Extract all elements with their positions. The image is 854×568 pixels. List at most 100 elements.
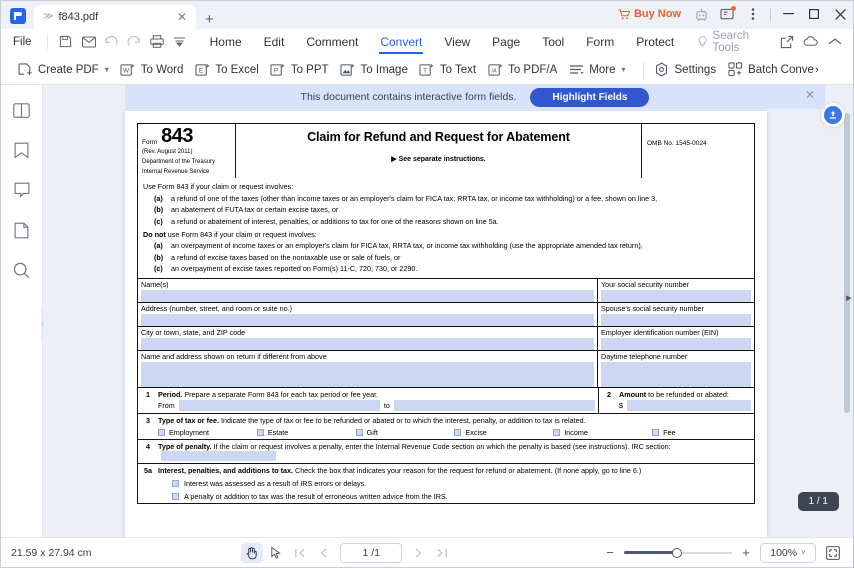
sidebar-item-search[interactable] — [9, 257, 35, 283]
to-pdfa-button[interactable]: /A To PDF/A — [485, 60, 566, 80]
slider-knob[interactable] — [671, 547, 682, 558]
menu-item-tool[interactable]: Tool — [531, 33, 575, 51]
checkbox-income[interactable]: Income — [553, 428, 652, 437]
ssn-input[interactable] — [601, 289, 751, 302]
zoom-out-button[interactable]: − — [603, 545, 617, 560]
line-5a-option-2[interactable]: A penalty or addition to tax was the res… — [158, 492, 751, 501]
maximize-icon[interactable] — [801, 3, 827, 25]
highlight-fields-button[interactable]: Highlight Fields — [530, 87, 650, 107]
more-button[interactable]: More ▾ — [566, 60, 634, 80]
undo-icon[interactable] — [100, 32, 123, 52]
hand-tool-button[interactable] — [241, 542, 264, 563]
close-window-icon[interactable] — [827, 3, 853, 25]
batch-convert-button[interactable]: Batch Conve › — [725, 60, 828, 80]
address-field-cell[interactable]: Address (number, street, and room or sui… — [138, 302, 598, 326]
checkbox-box[interactable] — [355, 428, 363, 436]
plus-icon[interactable]: + — [196, 12, 223, 29]
checkbox-box[interactable] — [158, 428, 165, 436]
checkbox-employment[interactable]: Employment — [158, 428, 257, 437]
first-page-button[interactable] — [289, 543, 311, 563]
zoom-in-button[interactable]: + — [739, 545, 753, 560]
checkbox-excise[interactable]: Excise — [454, 428, 553, 437]
to-excel-button[interactable]: E To Excel — [192, 60, 267, 80]
prev-page-button[interactable] — [313, 543, 335, 563]
last-page-button[interactable] — [431, 543, 453, 563]
checkbox-estate[interactable]: Estate — [256, 428, 356, 437]
name-input[interactable] — [141, 289, 594, 302]
file-menu[interactable]: File — [13, 36, 32, 48]
pdf-page[interactable]: Form 843 (Rev. August 2011) Department o… — [125, 111, 767, 537]
checkbox-gift[interactable]: Gift — [355, 428, 455, 437]
close-icon[interactable]: ✕ — [174, 11, 190, 23]
more-vertical-icon[interactable] — [740, 4, 766, 24]
cloud-icon[interactable] — [799, 32, 823, 52]
vertical-scrollbar[interactable] — [843, 113, 851, 533]
line-1-to-input[interactable] — [393, 399, 595, 411]
name-field-cell[interactable]: Name(s) — [138, 278, 598, 302]
sidebar-item-thumbnails[interactable] — [9, 97, 35, 123]
create-pdf-button[interactable]: Create PDF ▾ — [15, 60, 118, 80]
save-icon[interactable] — [54, 32, 77, 52]
spouse-ssn-field-cell[interactable]: Spouse's social security number — [598, 303, 754, 326]
document-tab[interactable]: ≫ f843.pdf ✕ — [34, 5, 196, 29]
irc-section-input[interactable] — [161, 450, 276, 461]
menu-item-protect[interactable]: Protect — [625, 33, 685, 51]
checkbox-box[interactable] — [553, 428, 561, 436]
checkbox-box[interactable] — [454, 428, 462, 436]
to-image-button[interactable]: To Image — [338, 60, 417, 80]
sidebar-item-bookmarks[interactable] — [9, 137, 35, 163]
chevron-double-down-icon[interactable]: ≫ — [43, 12, 53, 22]
to-text-button[interactable]: T To Text — [417, 60, 485, 80]
menu-item-edit[interactable]: Edit — [253, 33, 296, 51]
email-icon[interactable] — [77, 32, 100, 52]
page-number-input[interactable]: 1 /1 — [340, 542, 403, 563]
checkbox-fee[interactable]: Fee — [652, 428, 751, 437]
phone-field-cell[interactable]: Daytime telephone number — [598, 351, 754, 387]
address-input[interactable] — [141, 313, 594, 326]
collapse-ribbon-icon[interactable] — [823, 32, 847, 52]
return-address-input[interactable] — [141, 361, 594, 387]
checkbox-box[interactable] — [652, 428, 660, 436]
city-field-cell[interactable]: City or town, state, and ZIP code — [138, 326, 598, 350]
city-input[interactable] — [141, 337, 594, 350]
menu-item-form[interactable]: Form — [575, 33, 625, 51]
feedback-icon[interactable] — [714, 4, 740, 24]
checkbox-box[interactable] — [172, 492, 179, 500]
fit-page-button[interactable] — [823, 543, 843, 563]
buy-now-button[interactable]: Buy Now — [611, 7, 688, 21]
settings-button[interactable]: Settings — [652, 60, 726, 80]
dropdown-icon[interactable] — [168, 32, 191, 52]
redo-icon[interactable] — [123, 32, 146, 52]
to-ppt-button[interactable]: P To PPT — [268, 60, 338, 80]
to-word-button[interactable]: W To Word — [118, 60, 193, 80]
print-icon[interactable] — [145, 32, 168, 52]
menu-item-view[interactable]: View — [433, 33, 481, 51]
zoom-level-select[interactable]: 100% ˅ — [760, 542, 816, 563]
checkbox-box[interactable] — [172, 479, 179, 487]
select-tool-button[interactable] — [265, 543, 287, 563]
share-icon[interactable] — [775, 32, 799, 52]
minimize-icon[interactable] — [775, 3, 801, 25]
menu-item-convert[interactable]: Convert — [369, 33, 433, 54]
ai-robot-icon[interactable] — [688, 4, 714, 24]
line-2-amount-input[interactable] — [627, 399, 751, 411]
menu-item-page[interactable]: Page — [481, 33, 531, 51]
line-5a-option-1[interactable]: Interest was assessed as a result of IRS… — [158, 479, 751, 488]
ein-field-cell[interactable]: Employer identification number (EIN) — [598, 327, 754, 350]
checkbox-box[interactable] — [256, 428, 264, 436]
return-address-field-cell[interactable]: Name and address shown on return if diff… — [138, 350, 598, 387]
phone-input[interactable] — [601, 361, 751, 387]
search-tools-input[interactable]: Search Tools — [697, 30, 775, 54]
zoom-slider[interactable] — [624, 546, 732, 560]
ssn-field-cell[interactable]: Your social security number — [598, 279, 754, 302]
sidebar-item-comments[interactable] — [9, 177, 35, 203]
menu-item-comment[interactable]: Comment — [295, 33, 369, 51]
menu-item-home[interactable]: Home — [199, 33, 253, 51]
ein-input[interactable] — [601, 337, 751, 350]
close-icon[interactable]: ✕ — [805, 89, 815, 101]
scrollbar-thumb[interactable] — [844, 113, 850, 413]
sidebar-item-attachments[interactable] — [9, 217, 35, 243]
expand-right-icon[interactable]: ▶ — [845, 287, 853, 309]
ribbon-overflow-icon[interactable]: › — [815, 64, 819, 76]
next-page-button[interactable] — [407, 543, 429, 563]
